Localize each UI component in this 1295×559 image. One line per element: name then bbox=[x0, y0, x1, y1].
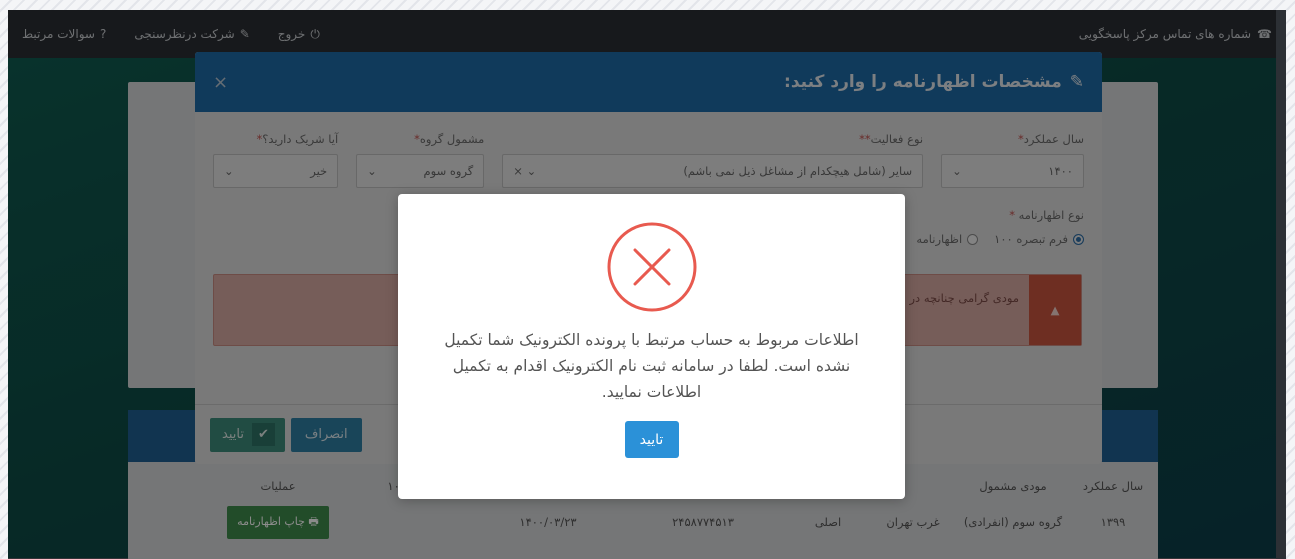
error-dialog: اطلاعات مربوط به حساب مرتبط با پرونده ال… bbox=[398, 194, 905, 499]
dialog-ok-button[interactable]: تایید bbox=[624, 421, 679, 458]
scrollbar-track[interactable] bbox=[1276, 10, 1286, 559]
dialog-message: اطلاعات مربوط به حساب مرتبط با پرونده ال… bbox=[444, 331, 859, 401]
error-x-icon bbox=[607, 222, 696, 312]
app-screen: ⏻ خروج ✎ شرکت درنظرسنجی ? سوالات مرتبط ☎… bbox=[8, 10, 1286, 559]
